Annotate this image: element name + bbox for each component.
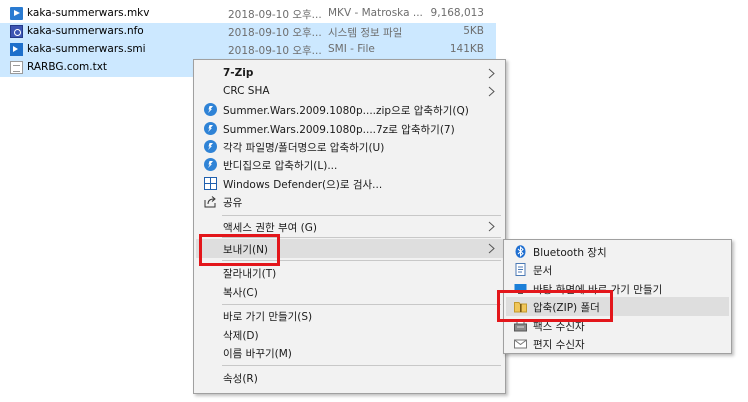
menu-item-delete[interactable]: 삭제(D): [196, 325, 503, 344]
file-date: 2018-09-10 오후...: [228, 27, 322, 39]
file-date: 2018-09-10 오후...: [228, 9, 322, 21]
chevron-right-icon: [488, 86, 495, 97]
bandizip-icon: [204, 103, 217, 116]
bandizip-icon: [204, 122, 217, 135]
menu-item-bandizip[interactable]: 반디집으로 압축하기(L)...: [196, 155, 503, 174]
submenu-item-bluetooth[interactable]: Bluetooth 장치: [506, 242, 729, 261]
menu-item-copy[interactable]: 복사(C): [196, 282, 503, 301]
menu-item-defender-scan[interactable]: Windows Defender(으)로 검사...: [196, 174, 503, 193]
menu-item-label: Windows Defender(으)로 검사...: [223, 179, 383, 191]
menu-item-label: 반디집으로 압축하기(L)...: [223, 160, 338, 172]
bandizip-icon: [204, 158, 217, 171]
file-name: RARBG.com.txt: [27, 61, 108, 73]
chevron-right-icon: [488, 243, 495, 254]
mail-icon: [514, 339, 527, 349]
submenu-item-label: 편지 수신자: [533, 339, 585, 351]
menu-separator: [222, 304, 501, 305]
menu-item-rename[interactable]: 이름 바꾸기(M): [196, 343, 503, 362]
file-type: MKV - Matroska ...: [328, 7, 423, 19]
windows-defender-icon: [204, 177, 217, 190]
annotation-highlight-zip-folder: [497, 290, 613, 322]
nfo-file-icon: [10, 25, 23, 38]
menu-item-label: CRC SHA: [223, 85, 270, 97]
file-row-smi[interactable]: kaka-summerwars.smi 2018-09-10 오후... SMI…: [0, 41, 496, 59]
bandizip-icon: [204, 140, 217, 153]
file-type: SMI - File: [328, 43, 375, 55]
menu-item-label: 각각 파일명/폴더명으로 압축하기(U): [223, 142, 385, 154]
menu-item-compress-7z[interactable]: Summer.Wars.2009.1080p....7z로 압축하기(7): [196, 119, 503, 138]
file-name: kaka-summerwars.mkv: [27, 7, 150, 19]
menu-item-label: 공유: [223, 197, 243, 209]
menu-item-label: Summer.Wars.2009.1080p....zip으로 압축하기(Q): [223, 105, 469, 117]
file-size: 5KB: [463, 25, 484, 37]
submenu-item-mail[interactable]: 편지 수신자: [506, 334, 729, 353]
file-date: 2018-09-10 오후...: [228, 45, 322, 57]
documents-icon: [515, 263, 526, 276]
file-size: 9,168,013: [430, 7, 484, 19]
menu-item-label: 복사(C): [223, 287, 258, 299]
file-name: kaka-summerwars.nfo: [27, 25, 144, 37]
mkv-file-icon: [10, 7, 23, 20]
menu-item-compress-zip[interactable]: Summer.Wars.2009.1080p....zip으로 압축하기(Q): [196, 100, 503, 119]
menu-item-share[interactable]: 공유: [196, 192, 503, 211]
menu-item-create-shortcut[interactable]: 바로 가기 만들기(S): [196, 306, 503, 325]
chevron-right-icon: [488, 221, 495, 232]
submenu-item-label: Bluetooth 장치: [533, 247, 607, 259]
share-icon: [204, 196, 216, 208]
file-row-txt[interactable]: RARBG.com.txt: [0, 59, 193, 77]
txt-file-icon: [10, 61, 23, 74]
menu-item-label: Summer.Wars.2009.1080p....7z로 압축하기(7): [223, 124, 455, 136]
menu-item-label: 속성(R): [223, 373, 258, 385]
menu-item-label: 액세스 권한 부여 (G): [223, 222, 317, 234]
file-size: 141KB: [449, 43, 484, 55]
file-name: kaka-summerwars.smi: [27, 43, 146, 55]
file-row-nfo[interactable]: kaka-summerwars.nfo 2018-09-10 오후... 시스템…: [0, 23, 496, 41]
smi-file-icon: [10, 43, 23, 56]
file-row-mkv[interactable]: kaka-summerwars.mkv 2018-09-10 오후... MKV…: [0, 5, 496, 23]
annotation-highlight-send-to: [199, 234, 280, 266]
menu-separator: [222, 365, 501, 366]
menu-item-properties[interactable]: 속성(R): [196, 368, 503, 387]
menu-item-label: 바로 가기 만들기(S): [223, 311, 313, 323]
menu-item-label: 이름 바꾸기(M): [223, 348, 292, 360]
submenu-item-label: 문서: [533, 265, 553, 277]
menu-item-label: 7-Zip: [223, 67, 254, 79]
menu-item-compress-each[interactable]: 각각 파일명/폴더명으로 압축하기(U): [196, 137, 503, 156]
chevron-right-icon: [488, 68, 495, 79]
file-type: 시스템 정보 파일: [328, 27, 403, 39]
menu-item-crc-sha[interactable]: CRC SHA: [196, 82, 503, 101]
menu-item-label: 삭제(D): [223, 330, 259, 342]
menu-separator: [222, 215, 501, 216]
bluetooth-icon: [515, 245, 526, 258]
submenu-item-documents[interactable]: 문서: [506, 260, 729, 279]
context-menu: 7-Zip CRC SHA Summer.Wars.2009.1080p....…: [193, 59, 506, 394]
menu-item-7zip[interactable]: 7-Zip: [196, 64, 503, 83]
menu-item-label: 잘라내기(T): [223, 268, 277, 280]
